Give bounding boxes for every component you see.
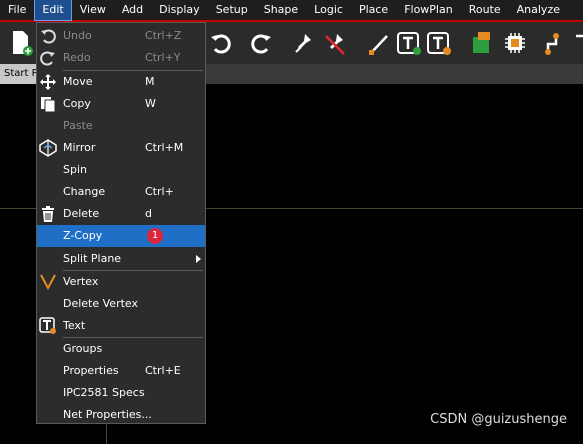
vertex-icon <box>39 273 57 291</box>
route-icon[interactable] <box>542 28 568 58</box>
menu-item-delete[interactable]: Delete d <box>37 203 205 225</box>
text-add-icon[interactable] <box>396 28 422 58</box>
menu-item-text[interactable]: Text <box>37 315 205 337</box>
chip-icon[interactable] <box>502 28 528 58</box>
menu-item-spin[interactable]: Spin <box>37 159 205 181</box>
menu-flowplan[interactable]: FlowPlan <box>396 0 461 21</box>
line-tool-icon[interactable] <box>366 28 392 58</box>
menu-edit[interactable]: Edit <box>34 0 72 21</box>
menubar: File Edit View Add Display Setup Shape L… <box>0 0 583 22</box>
menu-item-groups[interactable]: Groups <box>37 338 205 360</box>
unpin-icon[interactable] <box>322 28 348 58</box>
menu-item-z-copy[interactable]: Z-Copy 1 <box>37 225 205 247</box>
menu-item-redo[interactable]: Redo Ctrl+Y <box>37 47 205 69</box>
menu-display[interactable]: Display <box>151 0 208 21</box>
new-file-icon[interactable] <box>8 28 34 58</box>
menu-shape[interactable]: Shape <box>256 0 306 21</box>
copy-icon <box>39 95 57 113</box>
text-icon <box>39 317 57 335</box>
move-icon <box>39 73 57 91</box>
menu-item-paste[interactable]: Paste <box>37 115 205 137</box>
step-badge: 1 <box>147 228 163 244</box>
undo-icon <box>39 27 57 45</box>
menu-item-change[interactable]: Change Ctrl+ <box>37 181 205 203</box>
board-icon[interactable] <box>470 28 496 58</box>
menu-setup[interactable]: Setup <box>208 0 256 21</box>
undo-toolbar-icon[interactable] <box>208 28 234 58</box>
menu-item-undo[interactable]: Undo Ctrl+Z <box>37 25 205 47</box>
menu-item-delete-vertex[interactable]: Delete Vertex <box>37 293 205 315</box>
menu-analyze[interactable]: Analyze <box>509 0 568 21</box>
menu-view[interactable]: View <box>72 0 114 21</box>
trash-icon <box>39 205 57 223</box>
submenu-arrow-icon <box>196 255 201 263</box>
menu-item-net-properties[interactable]: Net Properties... <box>37 404 205 426</box>
menu-item-copy[interactable]: Copy W <box>37 93 205 115</box>
menu-item-properties[interactable]: Properties Ctrl+E <box>37 360 205 382</box>
menu-item-vertex[interactable]: Vertex <box>37 271 205 293</box>
mirror-icon <box>39 139 57 157</box>
edit-menu-dropdown: Undo Ctrl+Z Redo Ctrl+Y Move M Copy W Pa… <box>36 22 206 424</box>
text-edit-icon[interactable] <box>426 28 452 58</box>
menu-logic[interactable]: Logic <box>306 0 351 21</box>
pin-icon[interactable] <box>290 28 316 58</box>
menu-place[interactable]: Place <box>351 0 396 21</box>
menu-item-split-plane[interactable]: Split Plane <box>37 248 205 270</box>
menu-item-ipc2581-specs[interactable]: IPC2581 Specs <box>37 382 205 404</box>
menu-add[interactable]: Add <box>114 0 151 21</box>
menu-item-mirror[interactable]: Mirror Ctrl+M <box>37 137 205 159</box>
watermark: CSDN @guizushenge <box>430 412 567 427</box>
redo-toolbar-icon[interactable] <box>248 28 274 58</box>
tab-start-page[interactable]: Start Page <box>0 64 40 84</box>
cut-icon[interactable] <box>572 28 583 58</box>
menu-item-move[interactable]: Move M <box>37 71 205 93</box>
redo-icon <box>39 49 57 67</box>
menu-file[interactable]: File <box>0 0 34 21</box>
menu-route[interactable]: Route <box>461 0 509 21</box>
